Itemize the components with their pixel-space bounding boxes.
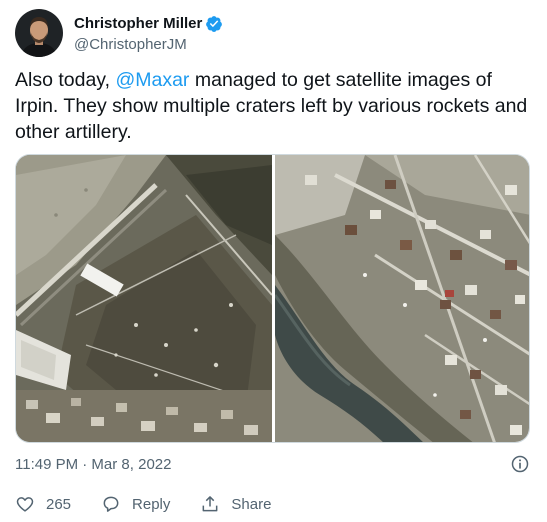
satellite-photo-2[interactable] [275, 155, 529, 442]
satellite-photo-1[interactable] [16, 155, 272, 442]
heart-icon [16, 497, 34, 512]
share-label: Share [231, 495, 272, 513]
like-button[interactable]: 265 [15, 494, 71, 514]
author-handle[interactable]: @ChristopherJM [74, 36, 223, 53]
info-icon[interactable] [510, 454, 530, 474]
tweet-actions: 265 Reply Share [15, 492, 301, 516]
reply-button[interactable]: Reply [101, 494, 170, 514]
mention-link[interactable]: @Maxar [115, 69, 189, 91]
name-row: Christopher Miller [74, 14, 223, 34]
author-names: Christopher Miller @ChristopherJM [74, 14, 223, 53]
like-count: 265 [46, 495, 72, 513]
tweet-text: Also today, @Maxar managed to get satell… [15, 67, 530, 145]
tweet-meta-row: 11:49 PM · Mar 8, 2022 [15, 453, 530, 475]
reply-bubble-icon [103, 496, 119, 512]
share-button[interactable]: Share [200, 494, 271, 514]
share-upload-icon [202, 496, 218, 512]
tweet-text-before: Also today, [15, 69, 116, 91]
avatar[interactable] [15, 9, 63, 57]
avatar-photo [15, 9, 63, 57]
verified-badge-icon [205, 15, 223, 33]
reply-label: Reply [132, 495, 171, 513]
display-name[interactable]: Christopher Miller [74, 15, 202, 32]
tweet-header: Christopher Miller @ChristopherJM [15, 9, 223, 57]
media-grid [15, 154, 530, 443]
tweet-timestamp[interactable]: 11:49 PM · Mar 8, 2022 [15, 456, 171, 473]
